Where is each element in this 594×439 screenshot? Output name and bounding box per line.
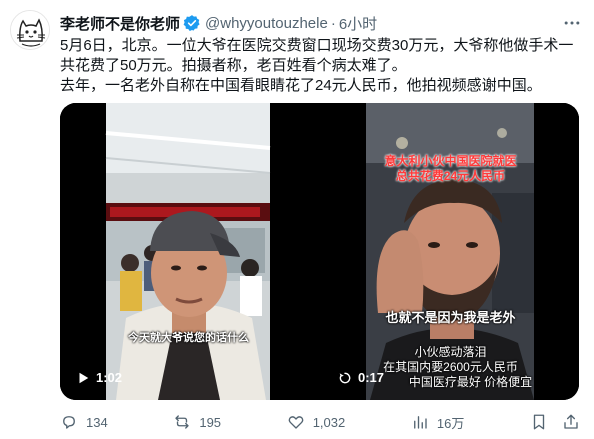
- action-bar-right: [530, 413, 580, 431]
- video-right-caption-1: 小伙感动落泪: [414, 345, 487, 359]
- post-text-paragraph-2: 去年，一名老外自称在中国看眼睛花了24元人民币，他拍视频感谢中国。: [60, 77, 542, 94]
- video-left-controls[interactable]: 1:02: [76, 370, 122, 385]
- more-icon[interactable]: [562, 13, 582, 33]
- display-name[interactable]: 李老师不是你老师: [60, 13, 180, 34]
- reply-icon: [63, 416, 75, 429]
- repost-icon: [175, 415, 190, 429]
- share-icon[interactable]: [562, 413, 580, 431]
- post-text-paragraph-1: 5月6日，北京。一位大爷在医院交费窗口现场交费30万元，大爷称他做手术一共花费了…: [60, 37, 574, 74]
- like-button[interactable]: 1,032: [287, 413, 346, 431]
- video-right-title-line2: 总共花费24元人民币: [395, 169, 506, 183]
- separator-dot: ·: [330, 14, 336, 32]
- video-right-controls[interactable]: 0:17: [338, 370, 384, 385]
- views-count: 16万: [436, 415, 465, 431]
- replay-icon[interactable]: [338, 371, 352, 385]
- reply-count: 134: [86, 414, 108, 430]
- video-right-duration: 0:17: [358, 370, 385, 385]
- post-text: 5月6日，北京。一位大爷在医院交费窗口现场交费30万元，大爷称他做手术一共花费了…: [60, 36, 584, 96]
- avatar-cat-sketch: [11, 11, 49, 49]
- media-grid: 今天就大爷说您的话什么 1:02 意大利小伙中国医院就医 总共花费24元人民币 …: [60, 103, 579, 400]
- reply-button[interactable]: 134: [60, 413, 108, 431]
- views-button[interactable]: 16万: [411, 413, 464, 432]
- bookmark-icon[interactable]: [530, 413, 548, 431]
- action-bar: 134 195 1,032 16万: [60, 411, 580, 433]
- views-icon: [413, 416, 427, 429]
- video-left-subtitle: 今天就大爷说您的话什么: [128, 332, 249, 344]
- video-right-caption-3: 中国医疗最好 价格便宜: [408, 375, 533, 389]
- like-icon: [288, 416, 304, 429]
- post-header: 李老师不是你老师 @whyyoutouzhele · 6小时: [60, 12, 582, 34]
- video-right[interactable]: 意大利小伙中国医院就医 总共花费24元人民币 也就不是因为我是老外 小伙感动落泪…: [322, 103, 579, 400]
- timestamp[interactable]: 6小时: [339, 13, 377, 34]
- verified-badge-icon[interactable]: [183, 14, 201, 32]
- handle[interactable]: @whyyoutouzhele: [205, 15, 328, 32]
- video-left[interactable]: 今天就大爷说您的话什么 1:02: [60, 103, 317, 400]
- repost-button[interactable]: 195: [173, 413, 221, 431]
- video-right-subtitle: 也就不是因为我是老外: [385, 310, 516, 325]
- like-count: 1,032: [312, 414, 346, 430]
- play-icon[interactable]: [76, 371, 90, 385]
- video-left-duration: 1:02: [96, 370, 123, 385]
- avatar[interactable]: [10, 10, 50, 50]
- video-left-thumbnail: [60, 103, 317, 400]
- repost-count: 195: [199, 414, 222, 430]
